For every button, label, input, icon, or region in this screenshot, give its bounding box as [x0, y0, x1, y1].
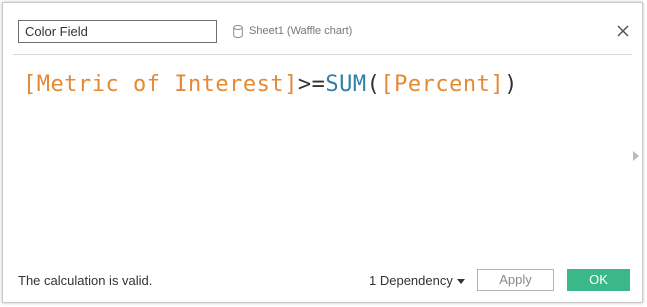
calc-name-input[interactable] [18, 20, 217, 43]
formula-editor[interactable]: [Metric of Interest]>=SUM([Percent]) [23, 71, 518, 99]
cylinder-database-icon [233, 25, 243, 38]
formula-field-token: [Percent] [380, 72, 505, 97]
ok-button[interactable]: OK [567, 269, 630, 291]
formula-operator-token: >= [297, 72, 326, 97]
calculation-dialog: Sheet1 (Waffle chart) [Metric of Interes… [2, 2, 643, 303]
header-divider [13, 54, 632, 55]
apply-button[interactable]: Apply [477, 269, 554, 291]
validation-status: The calculation is valid. [18, 273, 153, 288]
formula-field-token: [Metric of Interest] [23, 72, 298, 97]
dependency-label: 1 Dependency [369, 273, 453, 288]
formula-open-paren: ( [366, 72, 381, 97]
dependency-dropdown[interactable]: 1 Dependency [369, 273, 465, 288]
datasource-label: Sheet1 (Waffle chart) [249, 25, 353, 37]
formula-function-token: SUM [325, 72, 367, 97]
formula-close-paren: ) [504, 72, 518, 97]
expand-panel-arrow-icon[interactable] [633, 151, 639, 161]
close-icon[interactable] [615, 23, 631, 39]
caret-down-icon [456, 279, 465, 285]
